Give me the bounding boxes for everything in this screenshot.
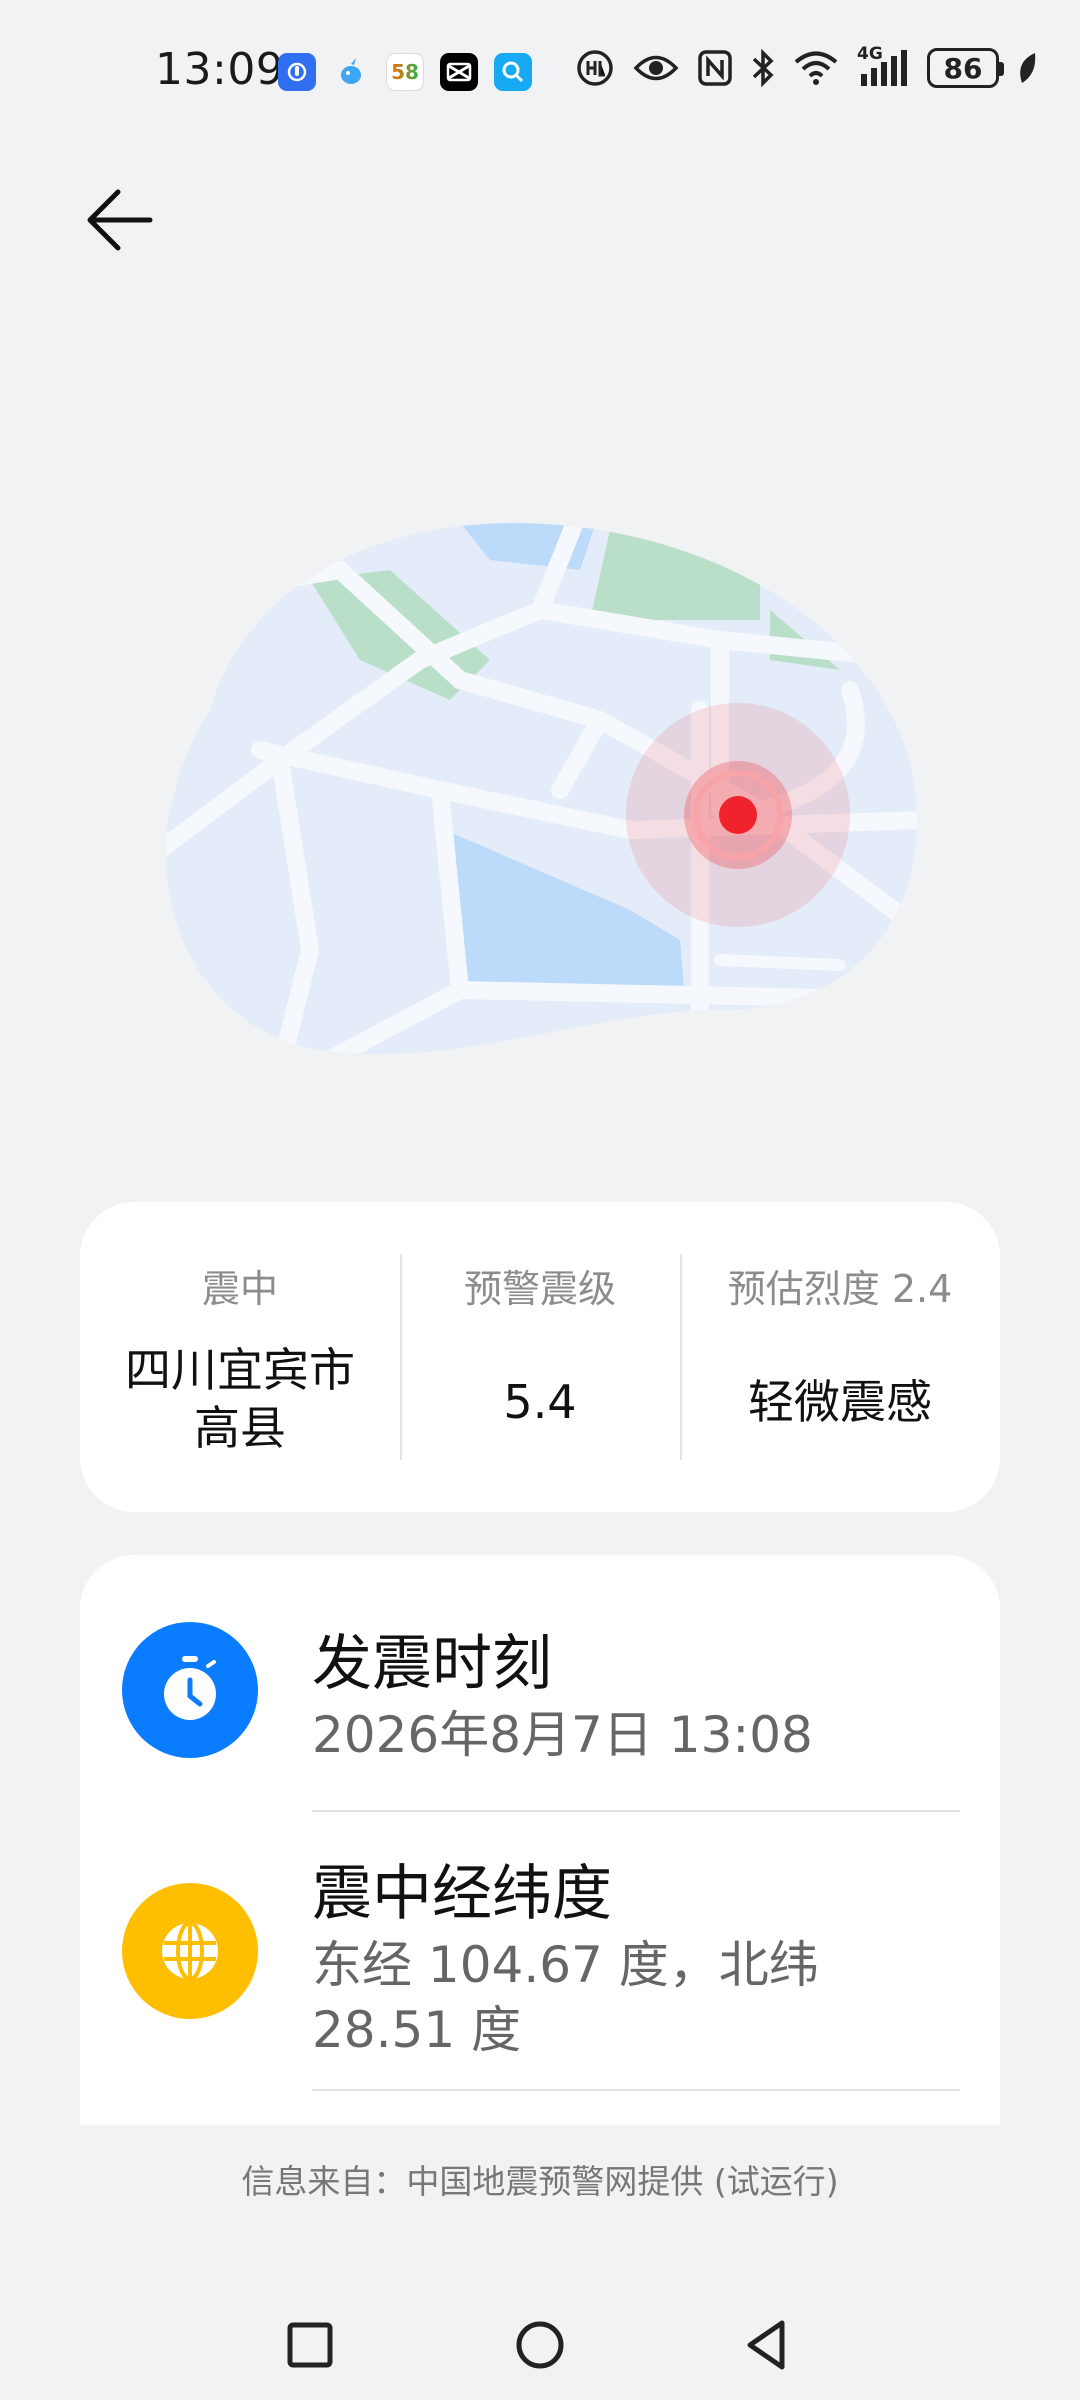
status-time: 13:09 (155, 44, 285, 95)
system-icons: 4G 86 (575, 44, 1039, 88)
epicenter-dot (719, 796, 757, 834)
hd-call-icon (577, 50, 613, 86)
coordinates-value: 东经 104.67 度，北纬 28.51 度 (312, 1936, 819, 2059)
epicenter-value: 四川宜宾市 高县 (125, 1343, 355, 1455)
circle-icon (516, 2321, 564, 2369)
epicenter-map (160, 510, 920, 1070)
intensity-value: 轻微震感 (748, 1375, 932, 1429)
bird-app-icon (332, 53, 370, 91)
leaf-icon (1020, 53, 1036, 83)
magnitude-value: 5.4 (503, 1375, 577, 1429)
details-card[interactable]: 发震时刻 2026年8月7日 13:08 震中经纬度 东经 104.67 度，北… (80, 1555, 1000, 2125)
58-app-icon: 58 (386, 53, 424, 91)
source-note: 信息来自：中国地震预警网提供 (试运行) (241, 2162, 839, 2201)
epicenter-column: 震中 四川宜宾市 高县 (80, 1202, 400, 1512)
notification-icons: 58 (278, 53, 532, 91)
arrow-left-icon (87, 189, 153, 251)
epicenter-label: 震中 (201, 1267, 278, 1311)
search-app-icon (494, 53, 532, 91)
triangle-back-icon (747, 2320, 785, 2370)
eye-icon (633, 55, 679, 81)
intensity-column: 预估烈度 2.4 轻微震感 (680, 1202, 1000, 1512)
globe-icon (122, 1883, 258, 2019)
divider (312, 1810, 960, 1812)
bluetooth-icon (752, 48, 774, 88)
back-button[interactable] (80, 180, 170, 260)
square-icon (287, 2322, 333, 2368)
time-title: 发震时刻 (312, 1629, 552, 1699)
clock-icon (122, 1622, 258, 1758)
4g-signal-icon: 4G (857, 44, 909, 88)
navigation-bar (0, 2290, 1080, 2390)
wifi-icon (794, 51, 838, 85)
intensity-label: 预估烈度 2.4 (727, 1267, 953, 1311)
nfc-icon (698, 50, 732, 86)
summary-card: 震中 四川宜宾市 高县 预警震级 5.4 预估烈度 2.4 轻微震感 (80, 1202, 1000, 1512)
home-button[interactable] (510, 2315, 570, 2375)
back-nav-button[interactable] (738, 2315, 798, 2375)
magnitude-column: 预警震级 5.4 (400, 1202, 680, 1512)
capcut-app-icon (440, 53, 478, 91)
battery-icon: 86 (927, 48, 1004, 88)
status-bar: 13:09 58 4G 86 (0, 0, 1080, 140)
finger-app-icon (278, 53, 316, 91)
coordinates-title: 震中经纬度 (312, 1859, 612, 1929)
divider (312, 2089, 960, 2091)
recents-button[interactable] (280, 2315, 340, 2375)
magnitude-label: 预警震级 (463, 1267, 616, 1311)
time-value: 2026年8月7日 13:08 (312, 1706, 813, 1764)
